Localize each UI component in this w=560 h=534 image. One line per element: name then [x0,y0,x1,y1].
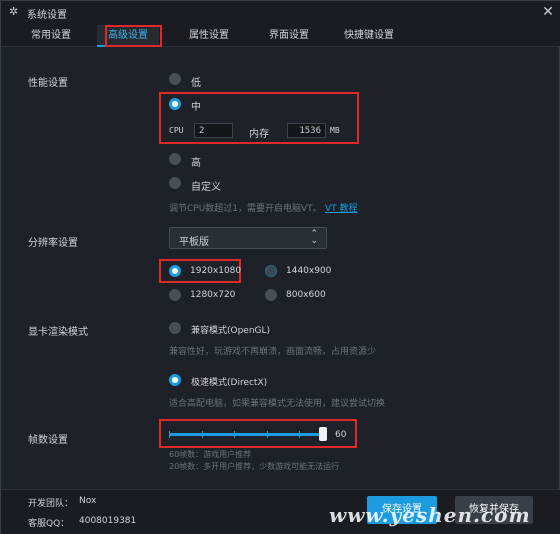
radio-performance-custom[interactable] [169,177,181,189]
performance-label: 性能设置 [28,78,68,89]
cpu-label: CPU [169,126,184,135]
radio-res-1440[interactable] [265,265,277,277]
settings-window: ✲ 系统设置 ✕ 常用设置 高级设置 属性设置 界面设置 快捷键设置 性能设置 … [0,0,560,534]
fps-slider-tick [202,431,203,438]
render-speed-desc: 适合高配电脑，如果兼容模式无法使用，建议尝试切换 [169,399,386,409]
fps-value: 60 [335,430,347,440]
performance-custom-label: 自定义 [191,182,221,193]
performance-low-label: 低 [191,78,201,89]
radio-performance-high[interactable] [169,153,181,165]
fps-slider-tick [234,431,235,438]
tab-properties[interactable]: 属性设置 [183,25,235,47]
fps-slider-tick [267,431,268,438]
radio-res-800[interactable] [265,289,277,301]
memory-input[interactable] [287,123,326,138]
render-compat-desc: 兼容性好，玩游戏不再崩溃，画面流畅，占用资源少 [169,347,377,357]
resolution-label: 分辨率设置 [28,238,78,249]
watermark-text: www.yeshen.com [329,503,531,527]
dev-team-value: Nox [79,496,97,506]
close-icon[interactable]: ✕ [540,4,556,20]
render-compat-label: 兼容模式(OpenGL) [191,326,271,336]
fps-slider-tick [299,431,300,438]
radio-performance-mid[interactable] [169,98,181,110]
tab-bar: 常用设置 高级设置 属性设置 界面设置 快捷键设置 [1,25,560,47]
fps-slider-track [169,433,325,436]
tab-highlight-box [105,25,162,47]
res-1920-label: 1920x1080 [190,266,242,276]
fps-slider-thumb[interactable] [319,427,327,441]
memory-unit: MB [330,126,340,135]
cpu-input[interactable] [194,123,233,138]
fps-hint-20: 20帧数：多开用户推荐，少数游戏可能无法运行 [169,462,340,471]
radio-res-1280[interactable] [169,289,181,301]
fps-label: 帧数设置 [28,435,68,446]
gear-icon: ✲ [9,5,19,18]
render-mode-label: 显卡渲染模式 [28,327,88,338]
performance-high-label: 高 [191,158,201,169]
dev-team-label: 开发团队： [28,499,74,509]
window-title: 系统设置 [27,10,67,21]
render-speed-label: 极速模式(DirectX) [191,378,268,388]
tab-shortcuts[interactable]: 快捷键设置 [341,25,397,47]
tab-interface[interactable]: 界面设置 [263,25,315,47]
res-1440-label: 1440x900 [286,266,332,276]
updown-chevron-icon: ⌃ ⌄ [310,229,318,246]
vt-hint: 调节CPU数超过1，需要开启电脑VT。 [169,204,322,214]
fps-slider[interactable] [169,427,329,441]
resolution-dropdown-value: 平板版 [179,237,209,248]
performance-mid-label: 中 [191,102,201,113]
support-qq-label: 客服QQ： [28,519,70,529]
radio-performance-low[interactable] [169,73,181,85]
tab-general[interactable]: 常用设置 [25,25,77,47]
radio-render-compat[interactable] [169,322,181,334]
vt-tutorial-link[interactable]: VT 教程 [325,201,358,214]
fps-hint-60: 60帧数：游戏用户推荐 [169,450,252,459]
support-qq-value: 4008019381 [79,516,137,526]
radio-render-speed[interactable] [169,374,181,386]
title-bar: ✲ 系统设置 ✕ [1,1,560,25]
res-1280-label: 1280x720 [190,290,236,300]
res-800-label: 800x600 [286,290,326,300]
memory-label: 内存 [249,129,269,140]
resolution-dropdown[interactable]: 平板版 ⌃ ⌄ [169,227,327,249]
radio-res-1920[interactable] [169,265,181,277]
fps-slider-tick [169,431,170,438]
